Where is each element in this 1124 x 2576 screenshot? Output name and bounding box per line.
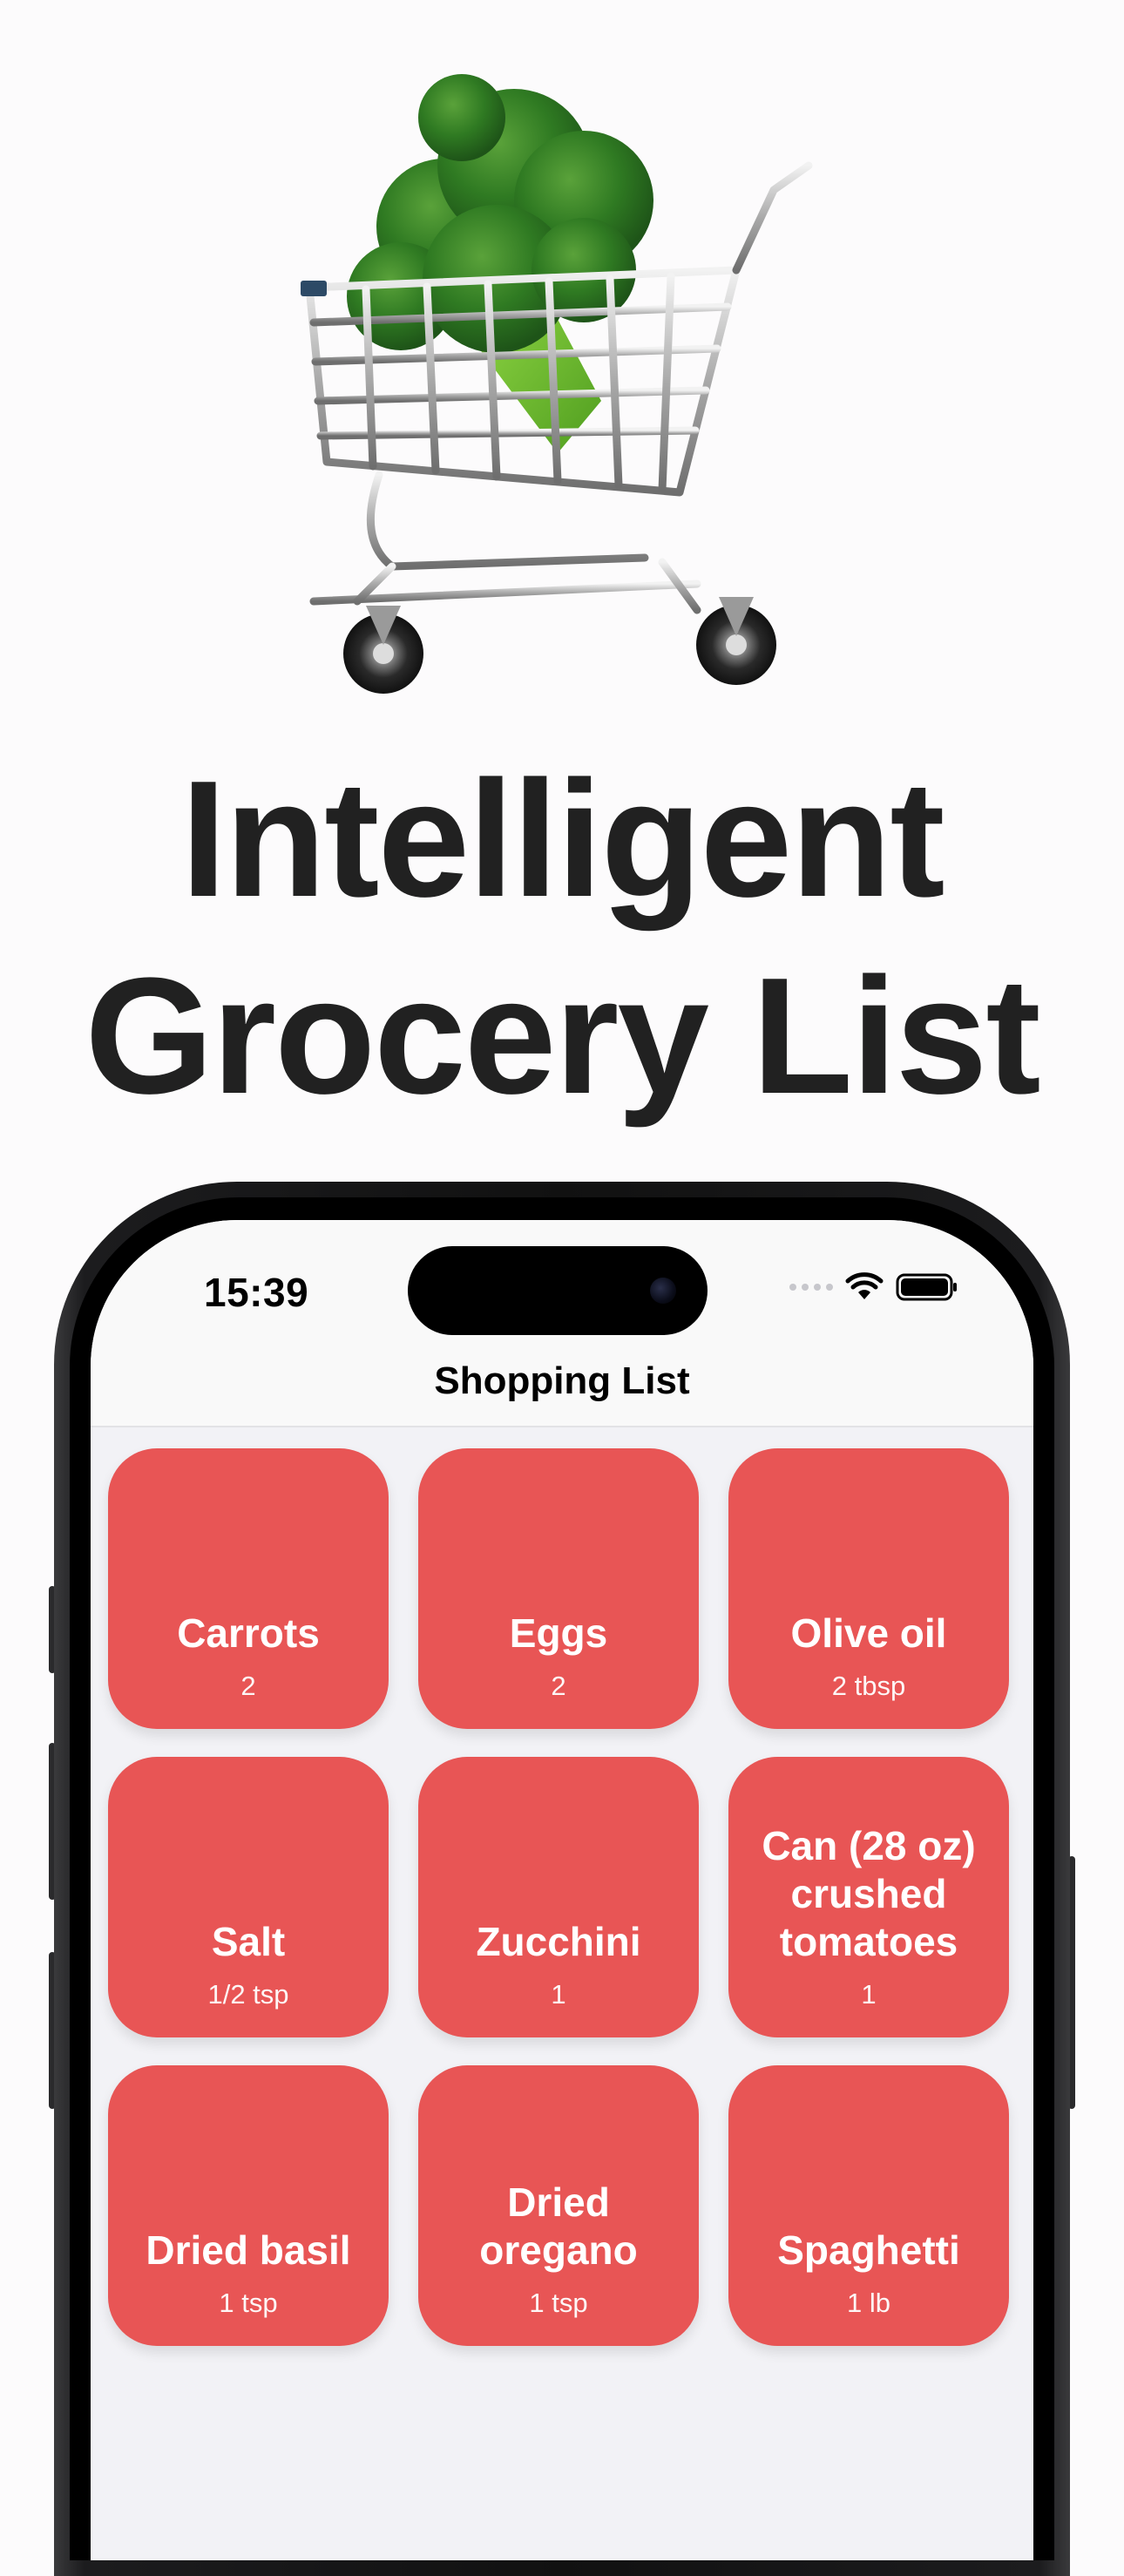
item-name: Spaghetti: [777, 2227, 960, 2273]
item-quantity: 2 tbsp: [831, 1671, 906, 1701]
grocery-item-tile[interactable]: Dried oregano 1 tsp: [418, 2065, 699, 2346]
wifi-icon: [845, 1272, 884, 1299]
item-quantity: 1: [551, 1979, 566, 2010]
item-quantity: 2: [240, 1671, 256, 1701]
grocery-item-tile[interactable]: Zucchini 1: [418, 1757, 699, 2037]
item-name: Olive oil: [790, 1610, 947, 1656]
item-name: Eggs: [509, 1610, 608, 1656]
grocery-item-tile[interactable]: Olive oil 2 tbsp: [728, 1448, 1009, 1729]
page-headline: Intelligent Grocery List: [0, 741, 1124, 1135]
grocery-item-tile[interactable]: Dried basil 1 tsp: [108, 2065, 389, 2346]
shopping-cart-broccoli-icon: [301, 74, 813, 694]
item-quantity: 1: [861, 1979, 877, 2010]
grocery-item-tile[interactable]: Salt 1/2 tsp: [108, 1757, 389, 2037]
grocery-item-tile[interactable]: Spaghetti 1 lb: [728, 2065, 1009, 2346]
dynamic-island: [408, 1246, 708, 1335]
phone-bezel: 15:39 Shopping List Carrots 2 Eggs 2 Oli…: [70, 1197, 1054, 2560]
headline-line-1: Intelligent: [180, 747, 945, 932]
item-quantity: 1/2 tsp: [207, 1979, 289, 2010]
grocery-item-tile[interactable]: Can (28 oz) crushed tomatoes 1: [728, 1757, 1009, 2037]
item-name: Salt: [211, 1919, 286, 1964]
item-name: Dried basil: [146, 2227, 351, 2273]
grocery-item-tile[interactable]: Eggs 2: [418, 1448, 699, 1729]
item-quantity: 1 tsp: [219, 2288, 278, 2318]
phone-screen: 15:39 Shopping List Carrots 2 Eggs 2 Oli…: [91, 1220, 1033, 2560]
item-quantity: 2: [551, 1671, 566, 1701]
front-camera-icon: [650, 1278, 676, 1304]
grocery-item-tile[interactable]: Carrots 2: [108, 1448, 389, 1729]
item-quantity: 1 lb: [847, 2288, 890, 2318]
item-name: Can (28 oz) crushed tomatoes: [762, 1823, 976, 1964]
status-time: 15:39: [204, 1270, 309, 1315]
headline-line-2: Grocery List: [85, 944, 1040, 1129]
item-name: Dried oregano: [479, 2179, 638, 2273]
navigation-bar: Shopping List: [91, 1351, 1033, 1427]
phone-frame: 15:39 Shopping List Carrots 2 Eggs 2 Oli…: [54, 1182, 1070, 2576]
nav-title: Shopping List: [434, 1359, 690, 1402]
item-quantity: 1 tsp: [529, 2288, 588, 2318]
shopping-list-grid: Carrots 2 Eggs 2 Olive oil 2 tbsp Salt 1…: [108, 1448, 1009, 2346]
battery-icon: [896, 1273, 957, 1301]
status-icons: [789, 1272, 958, 1302]
status-bar: 15:39: [91, 1220, 1033, 1351]
item-name: Zucchini: [476, 1919, 641, 1964]
item-name: Carrots: [177, 1610, 320, 1656]
cellular-icon: [789, 1284, 833, 1291]
